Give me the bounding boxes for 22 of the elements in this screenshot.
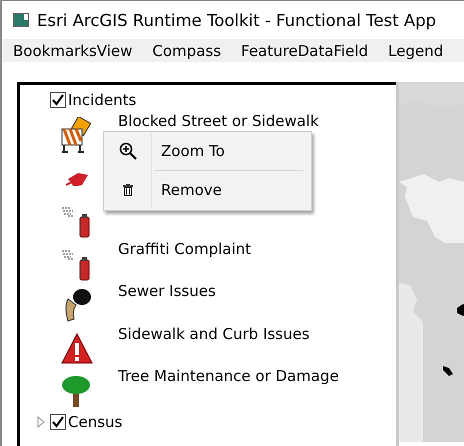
barricade-icon [60, 117, 94, 155]
menu-item[interactable]: Compass [152, 42, 222, 60]
legend-label: Sidewalk and Curb Issues [118, 324, 310, 342]
app-icon [13, 13, 29, 28]
legend-label: Blocked Street or Sidewalk [118, 112, 319, 130]
expand-icon[interactable] [37, 416, 45, 428]
legend-label: Graffiti Complaint [118, 240, 252, 258]
menu-item[interactable]: BookmarksView [13, 42, 132, 60]
checkbox[interactable] [50, 414, 66, 430]
window-title: Esri ArcGIS Runtime Toolkit - Functional Test App [37, 10, 436, 30]
checkbox[interactable] [50, 92, 66, 108]
menu-item[interactable]: Legend [388, 42, 444, 60]
zoom-in-icon [118, 142, 136, 160]
layer-label: Census [68, 412, 122, 430]
menu-entry[interactable]: Remove [104, 171, 311, 209]
menu-entry[interactable]: Zoom To [104, 132, 311, 170]
legend-label: Sewer Issues [118, 282, 216, 300]
trash-icon [122, 184, 132, 196]
menu-item[interactable]: FeatureDataField [241, 42, 368, 60]
leaf-icon [66, 172, 88, 186]
legend-label: Tree Maintenance or Damage [118, 367, 339, 385]
layer-label: Incidents [68, 91, 136, 109]
